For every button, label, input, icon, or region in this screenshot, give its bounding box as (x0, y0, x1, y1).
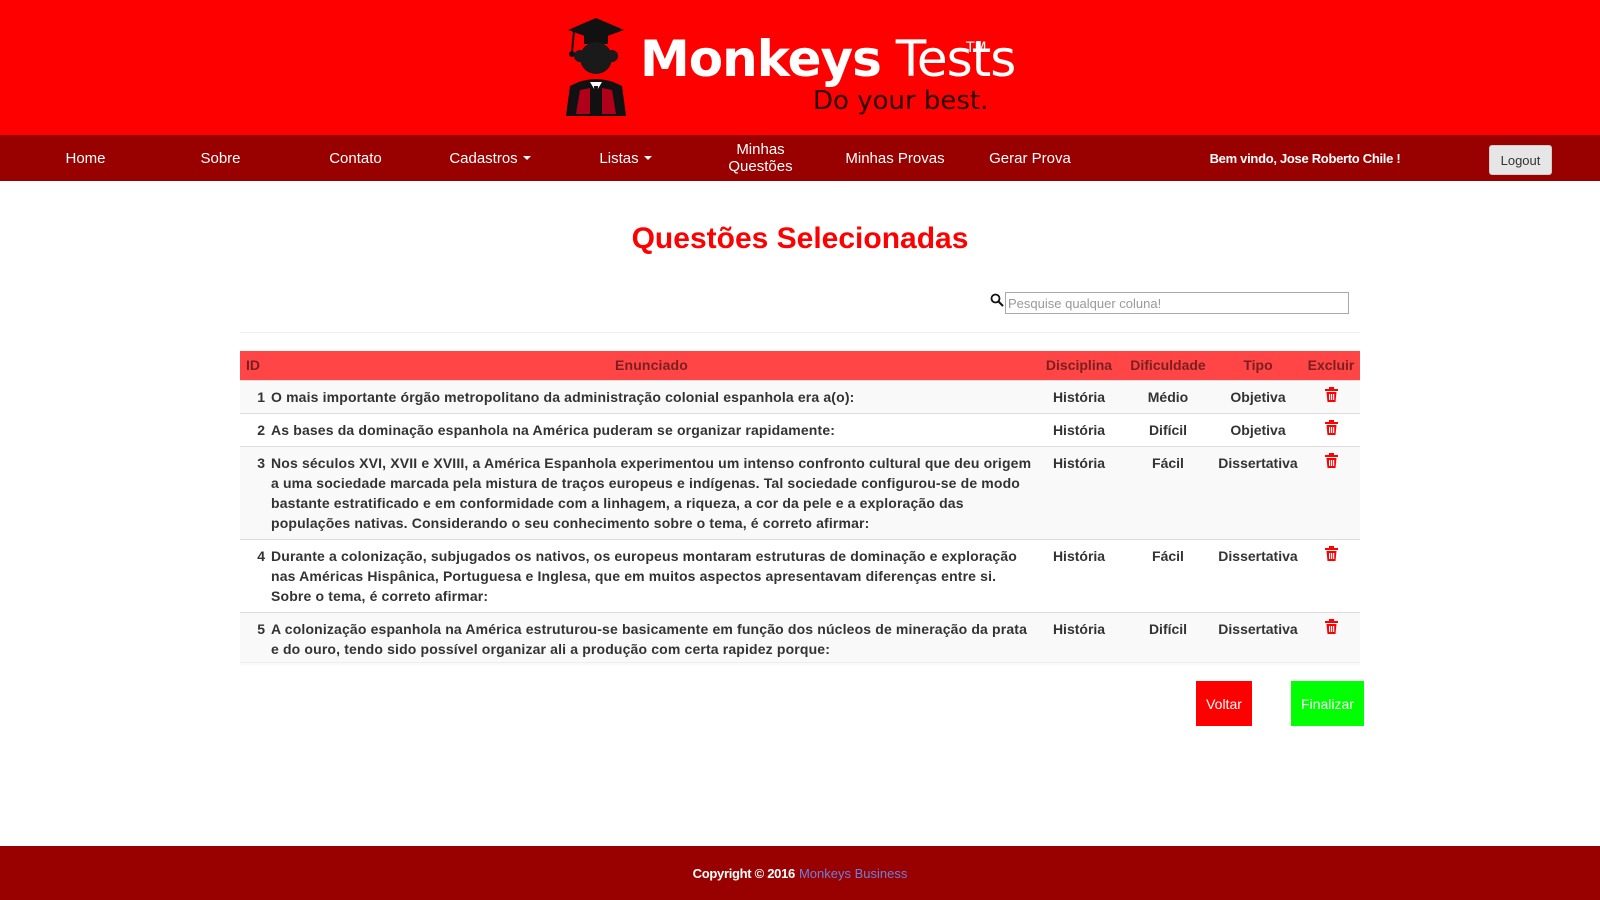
cell-disciplina: História (1036, 611, 1122, 665)
cell-enunciado: As bases da dominação espanhola na Améri… (267, 412, 1036, 446)
nav-home-label: Home (65, 149, 106, 167)
divider-top (240, 332, 1360, 333)
cell-excluir (1302, 538, 1360, 612)
caret-down-icon (522, 156, 531, 160)
nav-contato[interactable]: Contato (310, 135, 401, 181)
cell-id: 3 (240, 445, 267, 539)
nav-home[interactable]: Home (40, 135, 131, 181)
cell-dificuldade: Difícil (1122, 611, 1214, 665)
graduate-monkey-icon (566, 18, 626, 116)
logo-title-regular: Tests (880, 30, 1017, 88)
logo-title-bold: Monkeys (640, 30, 882, 88)
header-excluir: Excluir (1307, 357, 1355, 374)
cell-excluir (1302, 611, 1360, 665)
finalizar-button[interactable]: Finalizar (1291, 681, 1364, 726)
table-row: 2 As bases da dominação espanhola na Amér… (240, 412, 1360, 446)
cell-tipo: Dissertativa (1214, 445, 1302, 539)
nav-minhas-questoes-line1: Minhas (736, 141, 785, 158)
trash-icon[interactable] (1324, 618, 1338, 639)
header-id[interactable]: ID (240, 351, 267, 380)
cell-enunciado: Durante a colonização, subjugados os nat… (267, 538, 1036, 612)
cell-dificuldade: Fácil (1122, 445, 1214, 539)
nav-cadastros-dropdown[interactable]: Cadastros (440, 135, 540, 181)
cell-enunciado: Nos séculos XVI, XVII e XVIII, a América… (267, 445, 1036, 539)
cell-id: 1 (240, 379, 267, 413)
cell-id: 2 (240, 412, 267, 446)
table-row: 1O mais importante órgão metropolitano d… (240, 379, 1360, 413)
caret-down-icon (643, 156, 652, 160)
cell-disciplina: História (1036, 412, 1122, 446)
nav-gerar-prova[interactable]: Gerar Prova (975, 135, 1085, 181)
table-row: 4 Durante a colonização, subjugados os na… (240, 538, 1360, 612)
trash-icon[interactable] (1324, 452, 1338, 473)
cell-tipo: Dissertativa (1214, 538, 1302, 612)
trash-icon[interactable] (1324, 419, 1338, 440)
nav-contato-label: Contato (329, 149, 382, 167)
nav-gerar-prova-label: Gerar Prova (989, 149, 1071, 167)
cell-id: 5 (240, 611, 267, 665)
table-row: 5A colonização espanhola na América estr… (240, 611, 1360, 665)
cell-dificuldade: Fácil (1122, 538, 1214, 612)
welcome-message: Bem vindo, Jose Roberto Chile ! (1209, 150, 1401, 166)
search-icon (990, 293, 1004, 307)
cell-disciplina: História (1036, 379, 1122, 413)
nav-listas-dropdown[interactable]: Listas (580, 135, 671, 181)
questions-table: ID Enunciado Disciplina Dificuldade Tipo… (240, 351, 1360, 665)
logo-title: Monkeys Tests (640, 30, 1017, 88)
main-navbar: Home Sobre Contato Cadastros Listas Minh… (0, 135, 1600, 181)
header-dificuldade[interactable]: Dificuldade (1122, 351, 1214, 380)
logo-trademark: TM (966, 40, 987, 56)
nav-sobre[interactable]: Sobre (175, 135, 266, 181)
cell-excluir (1302, 412, 1360, 446)
cell-id: 4 (240, 538, 267, 612)
header-enunciado[interactable]: Enunciado (267, 351, 1036, 380)
cell-disciplina: História (1036, 445, 1122, 539)
table-row: 3 Nos séculos XVI, XVII e XVIII, a Améric… (240, 445, 1360, 539)
site-logo[interactable]: Monkeys Tests TM Do your best. (560, 16, 1016, 120)
header-tipo[interactable]: Tipo (1214, 351, 1302, 380)
trash-icon[interactable] (1324, 386, 1338, 407)
cell-excluir (1302, 379, 1360, 413)
cell-disciplina: História (1036, 538, 1122, 612)
footer-copyright: Copyright © 2016 (692, 865, 796, 881)
cell-tipo: Dissertativa (1214, 611, 1302, 665)
page-title: Questões Selecionadas (631, 222, 969, 255)
cell-tipo: Objetiva (1214, 379, 1302, 413)
search-bar (990, 292, 1349, 314)
voltar-button[interactable]: Voltar (1196, 681, 1252, 726)
cell-dificuldade: Difícil (1122, 412, 1214, 446)
nav-cadastros-label: Cadastros (449, 149, 518, 167)
divider-bottom (240, 662, 1360, 663)
nav-minhas-questoes[interactable]: Minhas Questões (715, 135, 806, 181)
cell-excluir (1302, 445, 1360, 539)
nav-minhas-questoes-line2: Questões (728, 158, 793, 175)
nav-minhas-provas[interactable]: Minhas Provas (835, 135, 955, 181)
cell-tipo: Objetiva (1214, 412, 1302, 446)
cell-enunciado: O mais importante órgão metropolitano da… (267, 379, 1036, 413)
table-header-row: ID Enunciado Disciplina Dificuldade Tipo… (240, 351, 1360, 380)
site-footer: Copyright © 2016 Monkeys Business (0, 846, 1600, 900)
nav-minhas-provas-label: Minhas Provas (845, 149, 945, 167)
cell-dificuldade: Médio (1122, 379, 1214, 413)
trash-icon[interactable] (1324, 545, 1338, 566)
search-input[interactable] (1005, 292, 1349, 314)
logo-tagline: Do your best. (813, 86, 989, 116)
nav-sobre-label: Sobre (200, 149, 241, 167)
nav-listas-label: Listas (599, 149, 639, 167)
footer-link-monkeys-business[interactable]: Monkeys Business (799, 866, 907, 881)
cell-enunciado: A colonização espanhola na América estru… (267, 611, 1036, 665)
logout-button[interactable]: Logout (1489, 145, 1552, 175)
header-disciplina[interactable]: Disciplina (1036, 351, 1122, 380)
site-header: Monkeys Tests TM Do your best. (0, 0, 1600, 135)
